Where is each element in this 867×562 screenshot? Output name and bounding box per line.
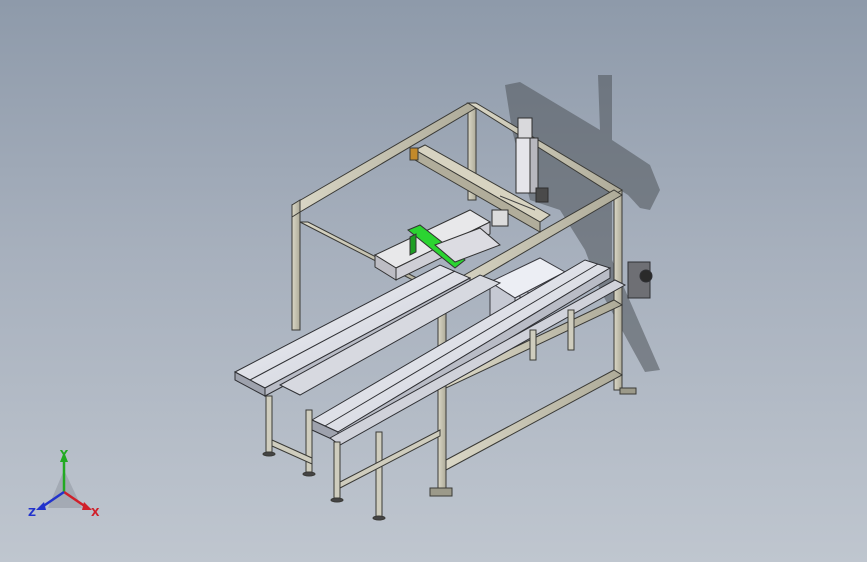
- z-axis-head-icon: [36, 502, 46, 510]
- triad-y-label: Y: [59, 448, 69, 461]
- cad-3d-viewport[interactable]: Y X Z: [0, 0, 867, 562]
- orientation-triad[interactable]: Y X Z: [28, 448, 100, 519]
- triad-x-label: X: [91, 506, 100, 519]
- triad-z-label: Z: [28, 506, 36, 519]
- model-canvas[interactable]: Y X Z: [0, 0, 867, 562]
